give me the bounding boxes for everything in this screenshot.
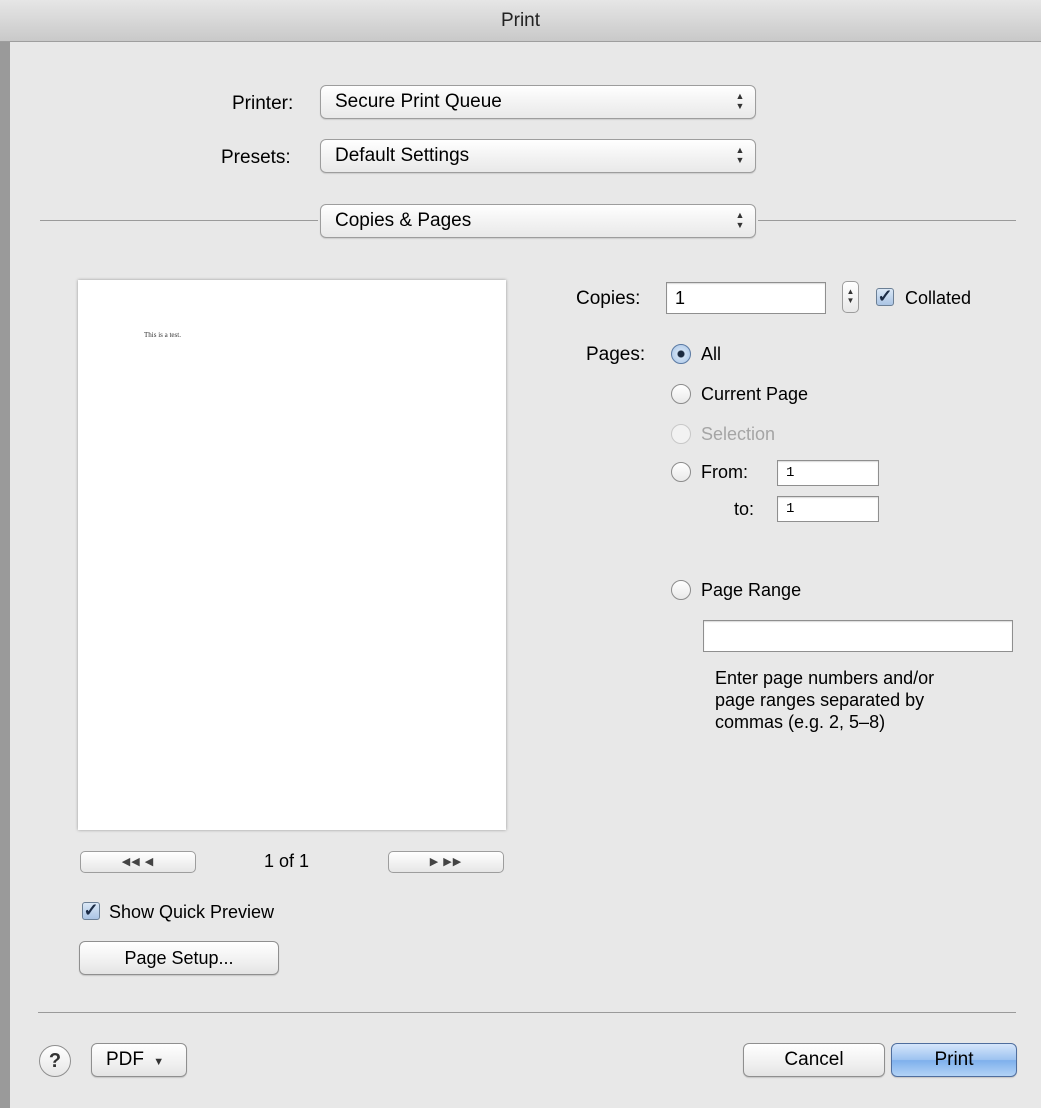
hint-line-1: Enter page numbers and/or xyxy=(715,668,935,688)
pages-to-field[interactable]: 1 xyxy=(777,496,879,522)
pages-current-radio[interactable] xyxy=(671,384,691,404)
printer-popup[interactable]: Secure Print Queue ▲ ▼ xyxy=(320,85,756,119)
pdf-label: PDF xyxy=(106,1049,144,1070)
page-preview: This is a test. xyxy=(78,280,506,830)
up-down-arrows-icon: ▲ ▼ xyxy=(735,210,745,230)
show-quick-preview-checkbox[interactable]: ✓ xyxy=(82,900,100,920)
pages-all-radio[interactable] xyxy=(671,344,691,364)
up-down-arrows-icon: ▲ ▼ xyxy=(735,91,745,111)
print-button[interactable]: Print xyxy=(891,1043,1017,1077)
first-prev-page-button[interactable]: ◀◀ ◀ xyxy=(80,851,196,873)
pages-label: Pages: xyxy=(586,344,646,365)
page-range-field[interactable] xyxy=(703,620,1013,652)
pages-to-label: to: xyxy=(734,499,755,519)
collated-label: Collated xyxy=(905,288,972,308)
presets-value: Default Settings xyxy=(335,145,470,166)
pages-from-radio[interactable] xyxy=(671,462,691,482)
printer-label: Printer: xyxy=(232,93,294,114)
pages-selection-label: Selection xyxy=(701,424,776,444)
pages-range-label: Page Range xyxy=(701,580,802,600)
page-indicator: 1 of 1 xyxy=(264,851,310,871)
page-setup-button[interactable]: Page Setup... xyxy=(79,941,279,975)
dropdown-triangle-icon: ▼ xyxy=(153,1056,165,1068)
first-prev-icons: ◀◀ ◀ xyxy=(121,856,155,868)
show-quick-preview-label: Show Quick Preview xyxy=(109,902,275,922)
pages-range-radio[interactable] xyxy=(671,580,691,600)
next-last-icons: ▶ ▶▶ xyxy=(429,856,463,868)
copies-label: Copies: xyxy=(576,288,641,309)
help-icon[interactable]: ? xyxy=(39,1045,71,1077)
cancel-button[interactable]: Cancel xyxy=(743,1043,885,1077)
next-last-page-button[interactable]: ▶ ▶▶ xyxy=(388,851,504,873)
pages-all-label: All xyxy=(701,344,722,364)
divider-left xyxy=(40,220,318,221)
section-popup[interactable]: Copies & Pages ▲ ▼ xyxy=(320,204,756,238)
pages-from-field[interactable]: 1 xyxy=(777,460,879,486)
collated-checkbox[interactable]: ✓ xyxy=(876,286,894,306)
pages-from-label: From: xyxy=(701,462,748,482)
presets-label: Presets: xyxy=(221,147,291,168)
print-dialog: Print Printer: Secure Print Queue ▲ ▼ Pre… xyxy=(0,0,1041,1108)
bottom-divider xyxy=(38,1012,1016,1013)
hint-line-2: page ranges separated by xyxy=(715,690,925,710)
window-title: Print xyxy=(0,0,1041,42)
page-range-hint: Enter page numbers and/or page ranges se… xyxy=(715,667,934,733)
pages-current-label: Current Page xyxy=(701,384,809,404)
hint-line-3: commas (e.g. 2, 5–8) xyxy=(715,712,886,732)
copies-stepper[interactable]: ▲ ▼ xyxy=(842,281,859,313)
copies-field[interactable]: 1 xyxy=(666,282,826,314)
pdf-menu-button[interactable]: PDF ▼ xyxy=(91,1043,187,1077)
printer-value: Secure Print Queue xyxy=(335,91,502,112)
preview-page-text: This is a test. xyxy=(144,331,181,339)
up-down-arrows-icon: ▲ ▼ xyxy=(735,145,745,165)
section-value: Copies & Pages xyxy=(335,210,472,231)
pages-selection-radio xyxy=(671,424,691,444)
checkmark-icon: ✓ xyxy=(83,900,99,920)
checkmark-icon: ✓ xyxy=(877,286,893,306)
divider-right xyxy=(758,220,1016,221)
presets-popup[interactable]: Default Settings ▲ ▼ xyxy=(320,139,756,173)
